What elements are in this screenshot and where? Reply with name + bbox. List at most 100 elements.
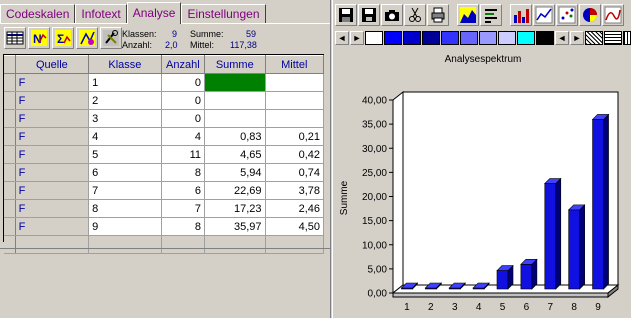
color-swatch[interactable] [403,31,421,45]
cell-klasse[interactable]: 2 [88,91,162,110]
table-row[interactable]: F 9 8 35,97 4,50 [4,217,324,236]
column-header-mittel[interactable]: Mittel [265,55,324,74]
save-as-button[interactable] [358,4,380,26]
tool-button[interactable] [100,27,122,49]
table-row[interactable]: F10 [4,73,324,92]
vlines-pattern-swatch[interactable] [623,31,631,45]
pattern-next-button-2[interactable]: ► [570,31,584,45]
legend-button[interactable] [480,4,502,26]
cell-klasse[interactable]: 3 [88,109,162,128]
cell-quelle[interactable]: F [15,163,90,182]
table-row[interactable]: F 4 4 0,83 0,21 [4,127,324,146]
cell-summe[interactable]: 35,97 [204,217,266,236]
tab-infotext[interactable]: Infotext [75,4,127,24]
cell-quelle[interactable]: F [15,73,90,92]
color-swatch[interactable] [536,31,554,45]
cell-mittel[interactable]: 0,42 [265,145,324,164]
table-view-button[interactable] [4,27,26,49]
camera-button[interactable] [381,4,403,26]
cell-summe[interactable] [204,91,266,110]
cell-summe[interactable]: 22,69 [204,181,266,200]
color-swatch[interactable] [441,31,459,45]
cell-klasse[interactable]: 5 [88,145,162,164]
cell-mittel[interactable]: 2,46 [265,199,324,218]
table-row[interactable]: F 6 8 5,94 0,74 [4,163,324,182]
cell-anzahl[interactable]: 11 [161,145,206,164]
cell-quelle[interactable]: F [15,199,90,218]
cell-klasse[interactable]: 1 [88,73,162,92]
table-row[interactable]: F 7 6 22,69 3,78 [4,181,324,200]
print-button[interactable] [427,4,449,26]
tab-einstellungen[interactable]: Einstellungen [181,4,266,24]
cell-quelle[interactable]: F [15,91,90,110]
cell-quelle[interactable]: F [15,127,90,146]
cell-anzahl[interactable]: 0 [161,73,206,92]
line-chart-button[interactable] [533,4,555,26]
cell-mittel[interactable] [265,73,324,92]
column-header-quelle[interactable]: Quelle [15,55,90,74]
cell-summe[interactable]: 4,65 [204,145,266,164]
sum-button[interactable]: Σ [52,27,74,49]
cell-klasse[interactable]: 8 [88,199,162,218]
table-row[interactable]: F30 [4,109,324,128]
scatter-chart-button[interactable] [556,4,578,26]
color-swatch[interactable] [460,31,478,45]
color-swatch[interactable] [498,31,516,45]
cell-anzahl[interactable]: 4 [161,127,206,146]
chart-n-button[interactable]: N [28,27,50,49]
pie-chart-button[interactable] [579,4,601,26]
cell-summe[interactable]: 0,83 [204,127,266,146]
pattern-prev-button[interactable]: ◄ [335,31,349,45]
pattern-prev-button-2[interactable]: ◄ [555,31,569,45]
cell-summe[interactable]: 17,23 [204,199,266,218]
cell-quelle[interactable]: F [15,217,90,236]
hlines-pattern-swatch[interactable] [604,31,622,45]
color-swatch[interactable] [479,31,497,45]
color-swatch[interactable] [517,31,535,45]
area-chart-button[interactable] [457,4,479,26]
cell-klasse[interactable]: 4 [88,127,162,146]
cell-mittel[interactable] [265,109,324,128]
hatch-pattern-swatch[interactable] [585,31,603,45]
cell-summe[interactable] [204,109,266,128]
cell-klasse[interactable]: 7 [88,181,162,200]
arrow-left-icon: ◄ [557,33,567,43]
cell-mittel[interactable]: 3,78 [265,181,324,200]
cell-anzahl[interactable]: 7 [161,199,206,218]
cell-anzahl[interactable]: 8 [161,217,206,236]
table-row[interactable]: F 8 7 17,23 2,46 [4,199,324,218]
column-header-klasse[interactable]: Klasse [88,55,162,74]
cell-anzahl[interactable]: 0 [161,109,206,128]
bar-chart-button[interactable] [510,4,532,26]
cell-mittel[interactable]: 0,21 [265,127,324,146]
cell-summe[interactable]: 5,94 [204,163,266,182]
cell-quelle[interactable]: F [15,181,90,200]
arrow-right-icon: ► [352,33,362,43]
color-swatch[interactable] [422,31,440,45]
cell-mittel[interactable]: 0,74 [265,163,324,182]
cell-anzahl[interactable]: 0 [161,91,206,110]
tab-analyse[interactable]: Analyse [126,2,182,24]
edit-button[interactable] [76,27,98,49]
save-button[interactable] [335,4,357,26]
tab-codeskalen[interactable]: Codeskalen [0,4,76,24]
cell-klasse[interactable]: 9 [88,217,162,236]
cell-anzahl[interactable]: 8 [161,163,206,182]
cell-quelle[interactable]: F [15,145,90,164]
cell-summe[interactable] [204,73,266,92]
cell-klasse[interactable]: 6 [88,163,162,182]
analysis-pane: Codeskalen Infotext Analyse Einstellunge… [0,0,330,318]
pattern-next-button[interactable]: ► [350,31,364,45]
color-swatch[interactable] [384,31,402,45]
cell-anzahl[interactable]: 6 [161,181,206,200]
table-row[interactable]: F20 [4,91,324,110]
color-swatch[interactable] [365,31,383,45]
cut-button[interactable] [404,4,426,26]
curve-chart-button[interactable] [602,4,624,26]
cell-mittel[interactable]: 4,50 [265,217,324,236]
column-header-summe[interactable]: Summe [204,55,266,74]
cell-quelle[interactable]: F [15,109,90,128]
cell-mittel[interactable] [265,91,324,110]
table-row[interactable]: F 5 11 4,65 0,42 [4,145,324,164]
column-header-anzahl[interactable]: Anzahl [161,55,206,74]
